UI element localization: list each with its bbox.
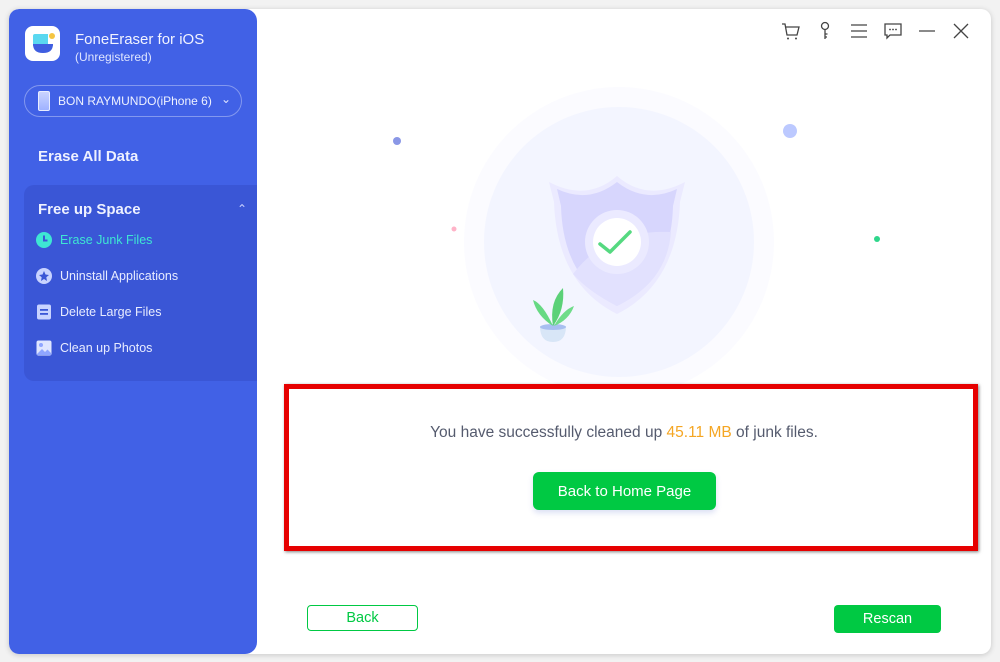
dot-green xyxy=(874,236,880,242)
chevron-down-icon: ⌄ xyxy=(220,92,231,106)
minimize-icon[interactable] xyxy=(917,21,937,41)
device-name: BON RAYMUNDO(iPhone 6) xyxy=(58,94,212,108)
sidebar-item-erase-all-data[interactable]: Erase All Data xyxy=(38,148,138,165)
sidebar-item-clean-up-photos[interactable]: Clean up Photos xyxy=(36,337,152,359)
item-label: Delete Large Files xyxy=(60,305,162,319)
sidebar-group-free-up-space: Free up Space ⌃ Erase Junk Files Uninsta… xyxy=(24,185,257,381)
item-label: Uninstall Applications xyxy=(60,269,179,283)
highlight-box xyxy=(284,384,978,551)
registration-status: (Unregistered) xyxy=(75,50,152,64)
result-message: You have successfully cleaned up 45.11 M… xyxy=(257,424,991,442)
menu-icon[interactable] xyxy=(849,21,869,41)
back-button[interactable]: Back xyxy=(307,605,418,631)
message-prefix: You have successfully cleaned up xyxy=(430,424,667,441)
item-label: Clean up Photos xyxy=(60,341,153,355)
chevron-up-icon[interactable]: ⌃ xyxy=(237,202,247,216)
sidebar-item-uninstall-applications[interactable]: Uninstall Applications xyxy=(36,265,178,287)
dot-pink xyxy=(451,226,457,232)
dot-purple xyxy=(393,137,401,145)
group-title[interactable]: Free up Space xyxy=(38,201,141,218)
app-logo-icon xyxy=(25,26,60,61)
device-selector[interactable]: BON RAYMUNDO(iPhone 6) ⌄ xyxy=(24,85,242,117)
app-store-icon xyxy=(36,268,52,284)
clock-icon xyxy=(36,232,52,248)
cleaned-amount: 45.11 MB xyxy=(666,424,732,441)
close-icon[interactable] xyxy=(951,21,971,41)
cart-icon[interactable] xyxy=(781,21,801,41)
success-illustration xyxy=(393,87,880,384)
message-suffix: of junk files. xyxy=(731,424,818,441)
sidebar-item-delete-large-files[interactable]: Delete Large Files xyxy=(36,301,161,323)
key-icon[interactable] xyxy=(815,21,835,41)
phone-icon xyxy=(38,91,50,111)
dot-blue xyxy=(783,124,797,138)
file-icon xyxy=(36,304,52,320)
photo-icon xyxy=(36,340,52,356)
titlebar-controls xyxy=(781,21,971,41)
sidebar-item-erase-junk-files[interactable]: Erase Junk Files xyxy=(36,229,152,251)
item-label: Erase Junk Files xyxy=(60,233,153,247)
rescan-button[interactable]: Rescan xyxy=(834,605,941,633)
sidebar: FoneEraser for iOS (Unregistered) BON RA… xyxy=(9,9,257,654)
main-panel: You have successfully cleaned up 45.11 M… xyxy=(257,9,991,654)
app-window: FoneEraser for iOS (Unregistered) BON RA… xyxy=(9,9,991,654)
app-title: FoneEraser for iOS xyxy=(75,31,205,48)
back-to-home-button[interactable]: Back to Home Page xyxy=(533,472,716,510)
feedback-icon[interactable] xyxy=(883,21,903,41)
